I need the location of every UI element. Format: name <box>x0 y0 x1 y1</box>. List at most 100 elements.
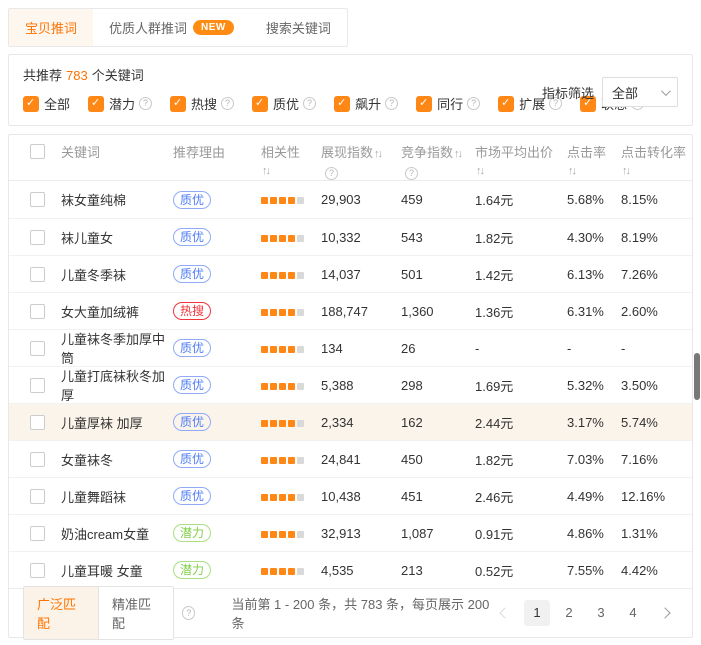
keyword-cell[interactable]: 奶油cream女童 <box>61 524 173 543</box>
reason-tag: 质优 <box>173 265 211 283</box>
keyword-cell[interactable]: 儿童打底袜秋冬加厚 <box>61 366 173 404</box>
row-checkbox[interactable] <box>30 192 45 207</box>
checkbox-checked-icon[interactable] <box>88 96 104 112</box>
reason-tag: 潜力 <box>173 561 211 579</box>
filter-label: 质优 <box>273 94 299 113</box>
chevron-left-icon[interactable] <box>492 600 518 626</box>
chevron-right-icon[interactable] <box>652 600 678 626</box>
relevance-square <box>288 531 295 538</box>
row-checkbox-cell <box>9 489 61 504</box>
col-avg-bid-header: 市场平均出价 ↑↓ <box>475 144 567 180</box>
row-checkbox[interactable] <box>30 378 45 393</box>
tab-search-keywords[interactable]: 搜索关键词 <box>250 9 347 46</box>
reason-tag: 质优 <box>173 413 211 431</box>
filter-label: 同行 <box>437 94 463 113</box>
header-checkbox-cell <box>9 144 61 159</box>
match-type-exact-button[interactable]: 精准匹配 <box>98 587 173 639</box>
row-checkbox[interactable] <box>30 267 45 282</box>
keyword-cell[interactable]: 儿童耳暖 女童 <box>61 561 173 580</box>
relevance-square <box>297 346 304 353</box>
checkbox-checked-icon[interactable] <box>170 96 186 112</box>
table-row: 袜女童纯棉 质优 29,903 459 1.64元 5.68% 8.15% <box>9 181 692 218</box>
filter-checkbox-item[interactable]: 热搜 ? <box>170 94 234 113</box>
sort-arrows-icon[interactable]: ↑↓ <box>262 165 269 177</box>
filter-checkbox-item[interactable]: 潜力 ? <box>88 94 152 113</box>
help-icon[interactable]: ? <box>139 97 152 110</box>
row-checkbox[interactable] <box>30 304 45 319</box>
help-icon[interactable]: ? <box>385 97 398 110</box>
impression-cell: 29,903 <box>321 192 401 207</box>
cvr-cell: 5.74% <box>621 415 692 430</box>
row-checkbox[interactable] <box>30 489 45 504</box>
relevance-cell <box>261 526 321 541</box>
row-checkbox[interactable] <box>30 415 45 430</box>
filter-checkbox-item[interactable]: 飙升 ? <box>334 94 398 113</box>
relevance-bar <box>261 197 304 204</box>
checkbox-checked-icon[interactable] <box>252 96 268 112</box>
keyword-cell[interactable]: 女童袜冬 <box>61 450 173 469</box>
row-checkbox[interactable] <box>30 563 45 578</box>
avg-bid-cell: 1.82元 <box>475 450 567 469</box>
keyword-cell[interactable]: 儿童冬季袜 <box>61 265 173 284</box>
checkbox-checked-icon[interactable] <box>498 96 514 112</box>
tab-baby-keywords[interactable]: 宝贝推词 <box>9 9 93 46</box>
keyword-cell[interactable]: 袜女童纯棉 <box>61 190 173 209</box>
keyword-cell[interactable]: 儿童舞蹈袜 <box>61 487 173 506</box>
sort-arrows-icon[interactable]: ↑↓ <box>454 148 461 160</box>
sort-arrows-icon[interactable]: ↑↓ <box>476 165 483 177</box>
impression-cell: 2,334 <box>321 415 401 430</box>
row-checkbox[interactable] <box>30 452 45 467</box>
col-keyword-header: 关键词 <box>61 144 173 161</box>
sort-arrows-icon[interactable]: ↑↓ <box>622 165 629 177</box>
impression-cell: 10,438 <box>321 489 401 504</box>
page-button[interactable]: 4 <box>620 600 646 626</box>
competition-cell: 451 <box>401 489 475 504</box>
relevance-cell <box>261 192 321 207</box>
page-button[interactable]: 3 <box>588 600 614 626</box>
table-row: 儿童舞蹈袜 质优 10,438 451 2.46元 4.49% 12.16% <box>9 477 692 514</box>
filter-checkbox-item[interactable]: 同行 ? <box>416 94 480 113</box>
ctr-cell: 4.30% <box>567 230 621 245</box>
relevance-cell <box>261 452 321 467</box>
sort-arrows-icon[interactable]: ↑↓ <box>374 148 381 160</box>
table-row: 儿童打底袜秋冬加厚 质优 5,388 298 1.69元 5.32% 3.50% <box>9 366 692 403</box>
page-button[interactable]: 2 <box>556 600 582 626</box>
page-button[interactable]: 1 <box>524 600 550 626</box>
row-checkbox[interactable] <box>30 526 45 541</box>
keyword-table: 关键词 推荐理由 相关性 ↑↓ 展现指数↑↓ ? 竞争指数↑↓ ? 市场平均出价… <box>8 134 693 638</box>
relevance-square <box>288 420 295 427</box>
row-checkbox[interactable] <box>30 341 45 356</box>
sort-arrows-icon[interactable]: ↑↓ <box>568 165 575 177</box>
checkbox-checked-icon[interactable] <box>23 96 39 112</box>
help-icon[interactable]: ? <box>303 97 316 110</box>
relevance-square <box>270 235 277 242</box>
impression-cell: 14,037 <box>321 267 401 282</box>
keyword-cell[interactable]: 袜儿童女 <box>61 228 173 247</box>
filter-checkbox-item[interactable]: 全部 <box>23 94 70 113</box>
help-icon[interactable]: ? <box>221 97 234 110</box>
help-icon[interactable]: ? <box>467 97 480 110</box>
relevance-square <box>279 420 286 427</box>
keyword-cell[interactable]: 儿童袜冬季加厚中筒 <box>61 329 173 367</box>
scrollbar-thumb[interactable] <box>694 353 700 400</box>
keyword-cell[interactable]: 女大童加绒裤 <box>61 302 173 321</box>
checkbox-checked-icon[interactable] <box>416 96 432 112</box>
ctr-cell: 5.32% <box>567 378 621 393</box>
select-all-checkbox[interactable] <box>30 144 45 159</box>
help-icon[interactable]: ? <box>325 167 338 180</box>
relevance-square <box>279 346 286 353</box>
relevance-square <box>261 457 268 464</box>
metric-filter-select[interactable]: 全部 <box>602 77 678 107</box>
checkbox-checked-icon[interactable] <box>334 96 350 112</box>
row-checkbox-cell <box>9 192 61 207</box>
help-icon[interactable]: ? <box>405 167 418 180</box>
match-type-broad-button[interactable]: 广泛匹配 <box>24 587 98 639</box>
keyword-cell[interactable]: 儿童厚袜 加厚 <box>61 413 173 432</box>
filter-checkbox-item[interactable]: 质优 ? <box>252 94 316 113</box>
relevance-square <box>288 346 295 353</box>
row-checkbox[interactable] <box>30 230 45 245</box>
help-icon[interactable]: ? <box>182 606 195 620</box>
tab-premium-audience[interactable]: 优质人群推词 NEW <box>93 9 250 46</box>
reason-cell: 质优 <box>173 487 261 505</box>
cvr-cell: 1.31% <box>621 526 692 541</box>
